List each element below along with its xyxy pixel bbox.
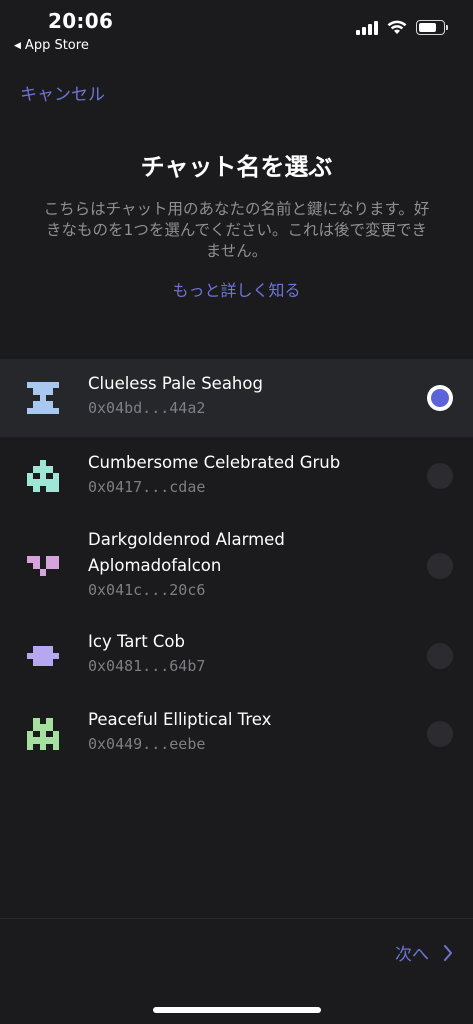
identity-name: Darkgoldenrod Alarmed Aplomadofalcon: [88, 530, 285, 575]
page-description: こちらはチャット用のあなたの名前と鍵になります。好きなものを1つを選んでください…: [43, 200, 430, 260]
next-label: 次へ: [395, 945, 429, 965]
identity-address: 0x041c...20c6: [88, 581, 206, 599]
identity-name: Clueless Pale Seahog: [88, 374, 263, 393]
identity-address: 0x04bd...44a2: [88, 399, 206, 417]
identity-name: Cumbersome Celebrated Grub: [88, 453, 341, 472]
learn-more-link[interactable]: もっと詳しく知る: [0, 277, 473, 301]
identity-row[interactable]: Cumbersome Celebrated Grub 0x0417...cdae: [0, 437, 473, 515]
identity-list: Clueless Pale Seahog 0x04bd...44a2 Cumbe…: [0, 359, 473, 773]
identicon-icon: [27, 382, 59, 414]
next-button[interactable]: 次へ: [395, 940, 453, 965]
identity-radio[interactable]: [427, 553, 453, 579]
identity-address: 0x0449...eebe: [88, 735, 206, 753]
footer-divider: [0, 918, 473, 919]
identity-name: Peaceful Elliptical Trex: [88, 710, 272, 729]
triangle-left-icon: ◀: [14, 40, 21, 51]
identity-row[interactable]: Clueless Pale Seahog 0x04bd...44a2: [0, 359, 473, 437]
identity-row[interactable]: Darkgoldenrod Alarmed Aplomadofalcon 0x0…: [0, 515, 473, 617]
battery-icon: [416, 20, 448, 35]
cancel-button[interactable]: キャンセル: [20, 80, 105, 105]
wifi-icon: [387, 20, 407, 34]
cellular-signal-icon: [356, 20, 378, 35]
identicon-icon: [27, 460, 59, 492]
chevron-right-icon: [444, 944, 452, 961]
identity-address: 0x0481...64b7: [88, 657, 206, 675]
identicon-icon: [27, 718, 59, 750]
screen: 20:06 ◀ App Store キャンセル チャット名を選ぶ こちらはチャッ…: [0, 0, 473, 1024]
back-to-app-store[interactable]: ◀ App Store: [14, 38, 89, 53]
home-indicator: [153, 1007, 321, 1013]
back-app-label: App Store: [24, 38, 89, 53]
identicon-icon: [27, 550, 59, 582]
identicon-icon: [27, 640, 59, 672]
status-time: 20:06: [48, 9, 114, 33]
identity-radio[interactable]: [427, 721, 453, 747]
status-icons: [356, 20, 448, 35]
identity-radio[interactable]: [427, 643, 453, 669]
identity-row[interactable]: Icy Tart Cob 0x0481...64b7: [0, 617, 473, 695]
page-title: チャット名を選ぶ: [140, 153, 333, 181]
identity-address: 0x0417...cdae: [88, 478, 206, 496]
identity-name: Icy Tart Cob: [88, 632, 185, 651]
identity-radio[interactable]: [427, 463, 453, 489]
identity-row[interactable]: Peaceful Elliptical Trex 0x0449...eebe: [0, 695, 473, 773]
identity-radio[interactable]: [427, 385, 453, 411]
